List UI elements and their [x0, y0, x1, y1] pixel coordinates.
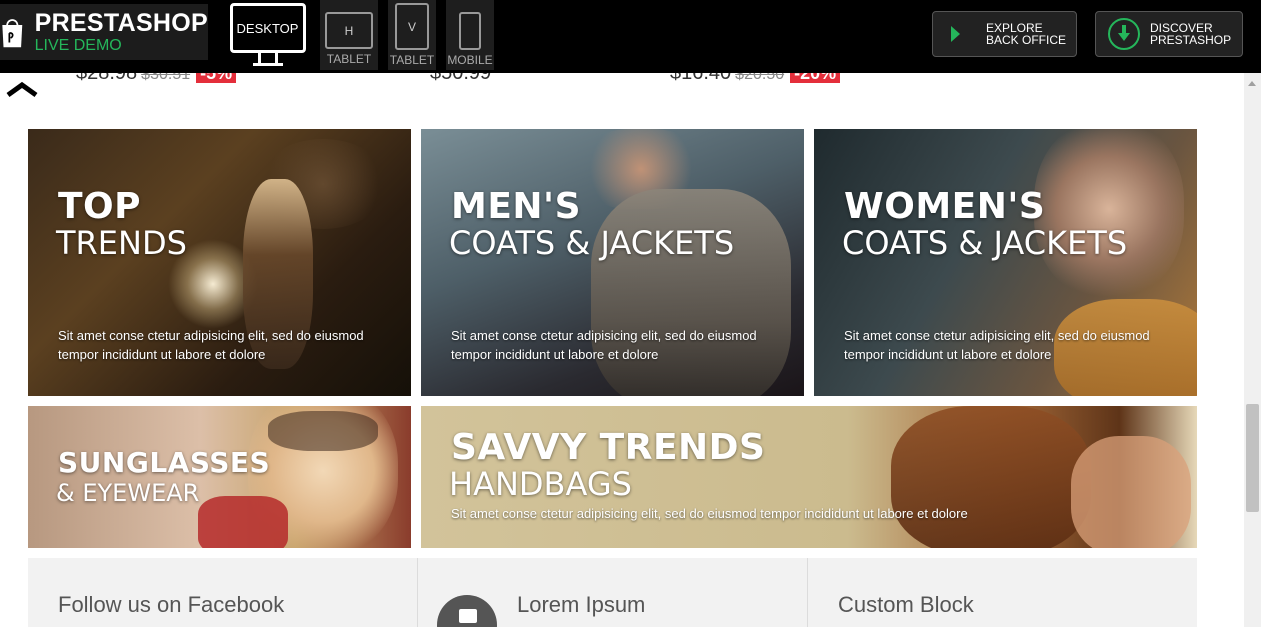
download-icon	[1108, 18, 1140, 50]
device-tablet-horizontal-button[interactable]: H TABLET	[320, 0, 378, 70]
facebook-heading: Follow us on Facebook	[58, 592, 285, 617]
device-tablet-h-label: TABLET	[326, 52, 372, 66]
banner-subtitle: & EYEWEAR	[56, 479, 200, 507]
cms-icon	[437, 595, 497, 627]
vertical-scrollbar[interactable]	[1244, 73, 1261, 627]
prestashop-logo[interactable]: PRESTASHOP LIVE DEMO	[0, 4, 208, 60]
banner-text-line2: tempor incididunt ut labore et dolore	[451, 347, 659, 362]
explore-back-office-button[interactable]: EXPLORE BACK OFFICE	[932, 11, 1077, 57]
device-desktop-button[interactable]: DESKTOP	[228, 0, 307, 70]
device-tablet-vertical-button[interactable]: V TABLET	[388, 0, 436, 70]
tablet-vertical-icon: V	[395, 3, 429, 50]
banner-text-line1: Sit amet conse ctetur adipisicing elit, …	[844, 328, 1150, 343]
banner-text-line1: Sit amet conse ctetur adipisicing elit, …	[451, 328, 757, 343]
explore-line2: BACK OFFICE	[986, 33, 1067, 47]
banner-subtitle: TRENDS	[56, 224, 187, 262]
banner-womens-coats[interactable]: WOMEN'S COATS & JACKETS Sit amet conse c…	[814, 129, 1197, 396]
banner-subtitle: HANDBAGS	[449, 465, 632, 503]
banner-title: TOP	[58, 186, 142, 227]
footer-blocks: Follow us on Facebook Lorem Ipsum Custom…	[28, 558, 1197, 627]
tablet-v-glyph: V	[407, 19, 416, 34]
shopping-bag-icon	[2, 19, 23, 48]
banner-savvy-handbags[interactable]: SAVVY TRENDS HANDBAGS Sit amet conse cte…	[421, 406, 1197, 548]
page: PRESTASHOP LIVE DEMO DESKTOP H TABLET V …	[0, 0, 1261, 627]
lorem-block: Lorem Ipsum	[418, 558, 807, 627]
desktop-monitor-icon: DESKTOP	[229, 3, 306, 53]
banner-text-line2: tempor incididunt ut labore et dolore	[58, 347, 266, 362]
custom-heading: Custom Block	[838, 592, 974, 617]
scrollbar-thumb[interactable]	[1246, 404, 1259, 512]
facebook-block: Follow us on Facebook	[28, 558, 417, 627]
device-mobile-button[interactable]: MOBILE	[446, 0, 494, 70]
banner-mens-coats[interactable]: MEN'S COATS & JACKETS Sit amet conse cte…	[421, 129, 804, 396]
banner-text-line2: tempor incididunt ut labore et dolore	[844, 347, 1052, 362]
banner-title: MEN'S	[451, 186, 581, 227]
banner-text-line1: Sit amet conse ctetur adipisicing elit, …	[451, 506, 968, 521]
scroll-up-arrow-icon[interactable]	[1248, 81, 1256, 86]
device-tablet-v-label: TABLET	[389, 53, 435, 67]
banner-text-line1: Sit amet conse ctetur adipisicing elit, …	[58, 328, 364, 343]
mobile-phone-icon	[459, 12, 481, 50]
lorem-heading: Lorem Ipsum	[517, 592, 646, 617]
custom-block: Custom Block	[808, 558, 1197, 627]
logo-subtitle: LIVE DEMO	[34, 36, 122, 54]
logo-title: PRESTASHOP	[34, 8, 208, 37]
discover-prestashop-button[interactable]: DISCOVER PRESTASHOP	[1095, 11, 1243, 57]
demo-toolbar: PRESTASHOP LIVE DEMO DESKTOP H TABLET V …	[0, 0, 1261, 73]
banner-subtitle: COATS & JACKETS	[449, 224, 735, 262]
scroll-top-chevron-icon[interactable]	[6, 80, 38, 98]
tablet-horizontal-icon: H	[325, 12, 373, 49]
banner-subtitle: COATS & JACKETS	[842, 224, 1128, 262]
discover-line2: PRESTASHOP	[1150, 33, 1232, 47]
device-desktop-label: DESKTOP	[236, 20, 299, 36]
play-icon	[951, 26, 960, 42]
banner-top-trends[interactable]: TOP TRENDS Sit amet conse ctetur adipisi…	[28, 129, 411, 396]
tablet-h-glyph: H	[344, 23, 354, 38]
banner-title: SAVVY TRENDS	[451, 427, 766, 468]
banner-title: WOMEN'S	[844, 186, 1046, 227]
device-mobile-label: MOBILE	[447, 53, 493, 67]
banner-sunglasses[interactable]: SUNGLASSES & EYEWEAR	[28, 406, 411, 548]
banner-title: SUNGLASSES	[58, 446, 271, 479]
